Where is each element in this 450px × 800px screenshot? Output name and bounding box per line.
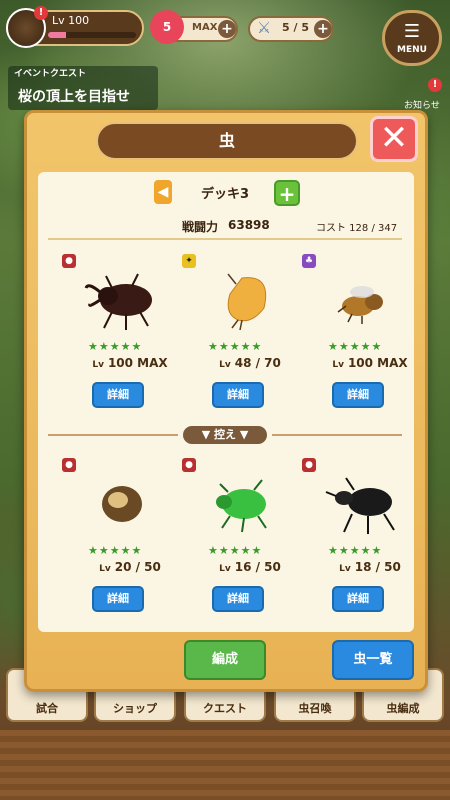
bug-level: Lv 20 / 50 xyxy=(70,560,190,574)
lv-prefix: Lv xyxy=(92,360,104,370)
avatar-alert-badge: ! xyxy=(34,6,48,20)
bug-level-value: 16 / 50 xyxy=(234,560,281,574)
crossed-swords-icon: ⚔ xyxy=(256,18,272,37)
bug-level-value: 100 MAX xyxy=(347,356,408,370)
rarity-stars: ★★★★★ xyxy=(328,340,383,353)
detail-button[interactable]: 詳細 xyxy=(92,382,144,408)
add-stamina-button[interactable]: + xyxy=(218,20,236,38)
reserve-bug-card[interactable]: ● ★★★★★ Lv 18 / 50 詳細 xyxy=(302,458,422,628)
detail-button[interactable]: 詳細 xyxy=(332,382,384,408)
deck-name: デッキ3 xyxy=(200,187,250,202)
form-button[interactable]: 編成 xyxy=(184,640,266,680)
detail-button[interactable]: 詳細 xyxy=(212,586,264,612)
add-battle-points-button[interactable]: + xyxy=(314,20,332,38)
detail-button[interactable]: 詳細 xyxy=(212,382,264,408)
bug-level-value: 48 / 70 xyxy=(234,356,281,370)
close-button[interactable]: ✕ xyxy=(370,116,418,162)
detail-button[interactable]: 詳細 xyxy=(332,586,384,612)
stamina-status: MAX xyxy=(192,22,218,33)
bug-level-value: 20 / 50 xyxy=(114,560,161,574)
nav-formation-label: 虫編成 xyxy=(386,702,420,715)
rarity-stars: ★★★★★ xyxy=(88,544,143,557)
rarity-stars: ★★★★★ xyxy=(328,544,383,557)
detail-button[interactable]: 詳細 xyxy=(92,586,144,612)
rarity-stars: ★★★★★ xyxy=(208,544,263,557)
divider xyxy=(48,238,402,240)
hamburger-icon: ☰ xyxy=(403,21,421,42)
nav-summon-label: 虫召喚 xyxy=(298,702,332,715)
event-quest-title: 桜の頂上を目指せ xyxy=(18,89,130,105)
prev-deck-button[interactable]: ◀ xyxy=(154,180,172,204)
reserve-bug-card[interactable]: ● ★★★★★ Lv 16 / 50 詳細 xyxy=(182,458,302,628)
ladybug-type-icon: ● xyxy=(62,254,76,268)
bee-type-icon: ♣ xyxy=(302,254,316,268)
exp-bar-fill xyxy=(48,32,66,38)
larva-beetle-image xyxy=(102,486,142,522)
bug-level: Lv 100 MAX xyxy=(310,356,430,370)
cost-value: コスト 128 / 347 xyxy=(316,223,398,234)
reserve-line-right xyxy=(272,434,402,436)
rarity-stars: ★★★★★ xyxy=(88,340,143,353)
bug-list-button[interactable]: 虫一覧 xyxy=(332,640,414,680)
green-chafer-image xyxy=(216,479,267,533)
stag-beetle-image xyxy=(84,273,152,330)
bug-level: Lv 48 / 70 xyxy=(190,356,310,370)
rarity-stars: ★★★★★ xyxy=(208,340,263,353)
bug-level-value: 18 / 50 xyxy=(354,560,401,574)
bee-image xyxy=(337,286,383,324)
add-deck-button[interactable]: + xyxy=(274,180,300,206)
event-quest-label: イベントクエスト xyxy=(14,69,87,79)
notice-alert-badge: ! xyxy=(428,78,442,92)
nav-quest-label: クエスト xyxy=(203,702,247,715)
lv-prefix: Lv xyxy=(339,564,351,574)
battle-points-count: 5 / 5 xyxy=(282,21,309,34)
reserve-line-left xyxy=(48,434,178,436)
menu-label: MENU xyxy=(397,45,427,55)
reserve-bug-card[interactable]: ● ★★★★★ Lv 20 / 50 詳細 xyxy=(62,458,182,628)
bug-level: Lv 16 / 50 xyxy=(190,560,310,574)
bug-level: Lv 18 / 50 xyxy=(310,560,430,574)
modal-title: 虫 xyxy=(96,122,358,160)
heart-icon: 5 xyxy=(150,10,184,44)
butterfly-type-icon: ✦ xyxy=(182,254,196,268)
bug-level-value: 100 MAX xyxy=(107,356,168,370)
nav-match-label: 試合 xyxy=(36,702,58,715)
ladybug-type-icon: ● xyxy=(62,458,76,472)
bug-level: Lv 100 MAX xyxy=(70,356,190,370)
battle-power-label: 戦闘力 xyxy=(182,220,219,234)
nav-shop-label: ショップ xyxy=(113,702,157,715)
lv-prefix: Lv xyxy=(332,360,344,370)
lv-prefix: Lv xyxy=(219,564,231,574)
active-bug-card[interactable]: ● ★★★★★ Lv 100 MAX 詳細 xyxy=(62,254,182,424)
butterfly-image xyxy=(227,273,267,331)
ladybug-type-icon: ● xyxy=(302,458,316,472)
wooden-floor xyxy=(0,730,450,800)
lv-prefix: Lv xyxy=(99,564,111,574)
reserve-label: ▼ 控え ▼ xyxy=(183,426,267,444)
ladybug-type-icon: ● xyxy=(182,458,196,472)
exp-bar xyxy=(48,32,136,38)
menu-button[interactable]: ☰ MENU xyxy=(382,10,442,66)
black-weevil-image xyxy=(325,477,395,534)
active-bug-card[interactable]: ♣ ★★★★★ Lv 100 MAX 詳細 xyxy=(302,254,422,424)
active-bug-card[interactable]: ✦ ★★★★★ Lv 48 / 70 詳細 xyxy=(182,254,302,424)
lv-prefix: Lv xyxy=(219,360,231,370)
battle-power-value: 63898 xyxy=(228,218,270,232)
player-level-text: Lv 100 xyxy=(52,14,90,27)
